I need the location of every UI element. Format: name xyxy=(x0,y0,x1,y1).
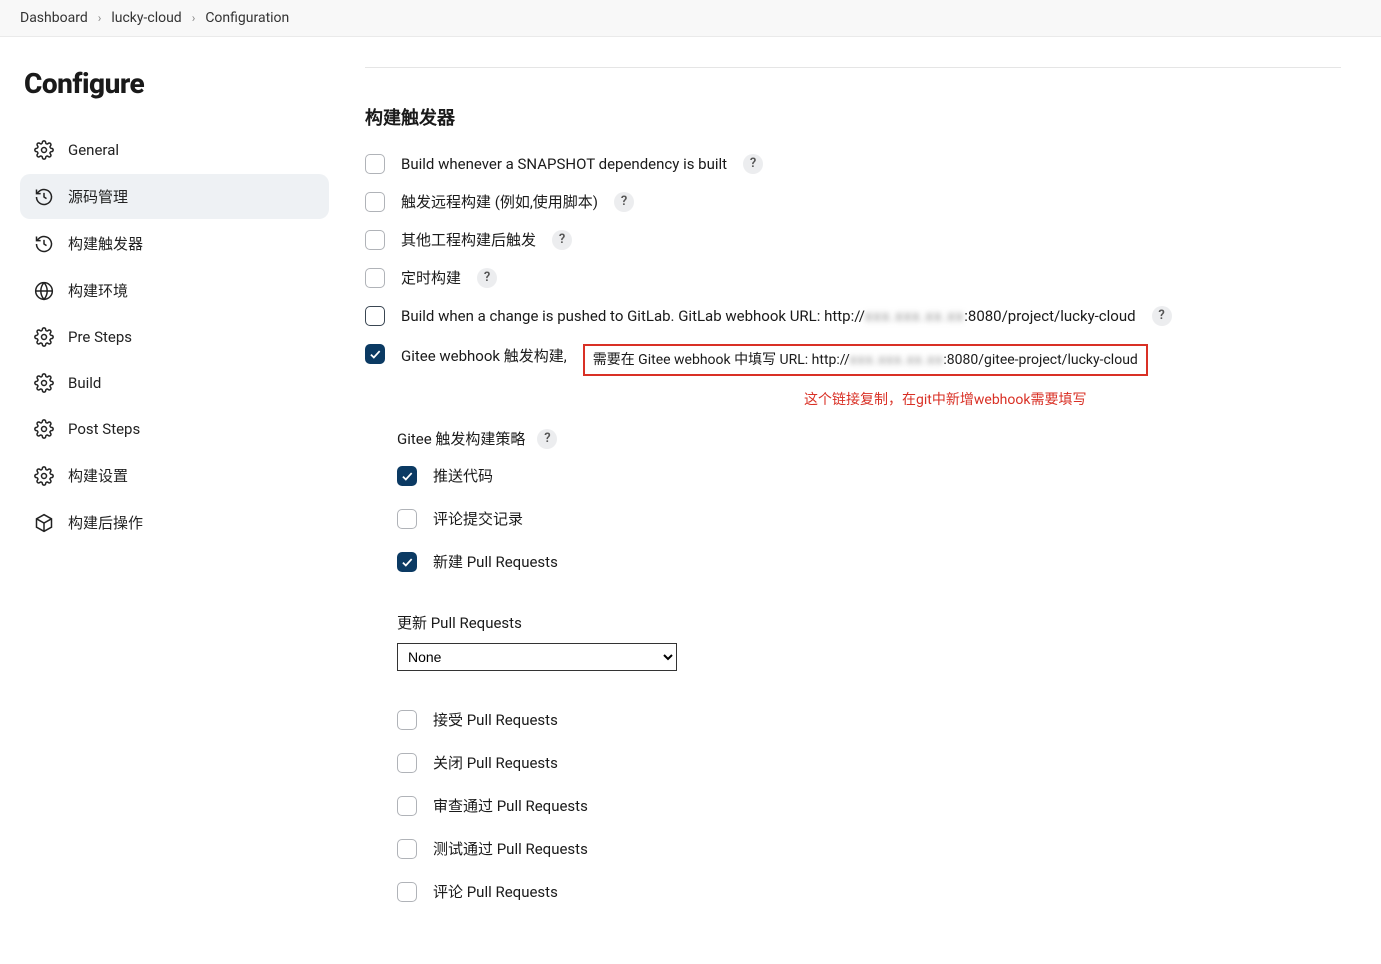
section-divider xyxy=(365,67,1341,68)
label-timer: 定时构建 xyxy=(401,268,461,288)
help-icon[interactable]: ? xyxy=(552,230,572,250)
breadcrumb-item-dashboard[interactable]: Dashboard xyxy=(20,10,88,26)
checkbox-snapshot[interactable] xyxy=(365,154,385,174)
label-comment-pr: 评论 Pull Requests xyxy=(433,881,558,902)
label-gitlab: Build when a change is pushed to GitLab.… xyxy=(401,306,1136,326)
sidebar-item-label: Post Steps xyxy=(68,420,140,438)
sidebar-item-label: 构建环境 xyxy=(68,280,128,301)
label-accept-pr: 接受 Pull Requests xyxy=(433,709,558,730)
check-icon xyxy=(400,555,414,569)
sidebar-item-label: Build xyxy=(68,374,101,392)
label-remote: 触发远程构建 (例如,使用脚本) xyxy=(401,192,598,212)
help-icon[interactable]: ? xyxy=(614,192,634,212)
sidebar-item-build-settings[interactable]: 构建设置 xyxy=(20,453,329,498)
checkbox-gitlab[interactable] xyxy=(365,306,385,326)
sidebar-item-build[interactable]: Build xyxy=(20,361,329,405)
page-title: Configure xyxy=(24,67,329,100)
chevron-right-icon: › xyxy=(192,11,196,25)
sidebar: Configure General 源码管理 构建触发器 构建环境 Pre St… xyxy=(0,37,345,964)
sidebar-item-build-env[interactable]: 构建环境 xyxy=(20,268,329,313)
gear-icon xyxy=(34,419,54,439)
annotation-text: 这个链接复制，在git中新增webhook需要填写 xyxy=(804,390,1086,410)
chevron-right-icon: › xyxy=(98,11,102,25)
history-icon xyxy=(34,187,54,207)
label-other-build: 其他工程构建后触发 xyxy=(401,230,536,250)
checkbox-new-pr[interactable] xyxy=(397,552,417,572)
sidebar-item-label: General xyxy=(68,141,119,159)
gear-icon xyxy=(34,466,54,486)
breadcrumb-item-page[interactable]: Configuration xyxy=(205,10,289,26)
sidebar-item-pre-steps[interactable]: Pre Steps xyxy=(20,315,329,359)
checkbox-other-build[interactable] xyxy=(365,230,385,250)
cube-icon xyxy=(34,513,54,533)
sidebar-item-post-build[interactable]: 构建后操作 xyxy=(20,500,329,545)
label-push-code: 推送代码 xyxy=(433,465,493,486)
checkbox-approve-pr[interactable] xyxy=(397,796,417,816)
sidebar-item-general[interactable]: General xyxy=(20,128,329,172)
label-gitee-prefix: Gitee webhook 触发构建, xyxy=(401,346,567,366)
help-icon[interactable]: ? xyxy=(1152,306,1172,326)
label-close-pr: 关闭 Pull Requests xyxy=(433,752,558,773)
globe-icon xyxy=(34,281,54,301)
redacted-host: xxx.xxx.xx.xx xyxy=(865,306,964,326)
label-test-pr: 测试通过 Pull Requests xyxy=(433,838,588,859)
help-icon[interactable]: ? xyxy=(743,154,763,174)
sidebar-item-build-triggers[interactable]: 构建触发器 xyxy=(20,221,329,266)
checkbox-test-pr[interactable] xyxy=(397,839,417,859)
checkbox-push-code[interactable] xyxy=(397,466,417,486)
breadcrumb: Dashboard › lucky-cloud › Configuration xyxy=(0,0,1381,37)
check-icon xyxy=(368,347,382,361)
gitee-strategy-block: Gitee 触发构建策略 ? 推送代码 评论提交记录 新建 Pull Reque… xyxy=(397,428,1341,902)
check-icon xyxy=(400,469,414,483)
gitee-strategy-label: Gitee 触发构建策略 xyxy=(397,428,525,449)
gear-icon xyxy=(34,373,54,393)
highlight-box: 需要在 Gitee webhook 中填写 URL: http://xxx.xx… xyxy=(583,344,1148,376)
label-approve-pr: 审查通过 Pull Requests xyxy=(433,795,588,816)
main-content: 构建触发器 Build whenever a SNAPSHOT dependen… xyxy=(345,37,1365,964)
sidebar-item-label: Pre Steps xyxy=(68,328,132,346)
gear-icon xyxy=(34,327,54,347)
sidebar-item-label: 构建后操作 xyxy=(68,512,143,533)
checkbox-gitee[interactable] xyxy=(365,344,385,364)
breadcrumb-item-project[interactable]: lucky-cloud xyxy=(111,10,181,26)
help-icon[interactable]: ? xyxy=(477,268,497,288)
label-comment-commit: 评论提交记录 xyxy=(433,508,523,529)
sidebar-item-label: 构建触发器 xyxy=(68,233,143,254)
checkbox-timer[interactable] xyxy=(365,268,385,288)
label-new-pr: 新建 Pull Requests xyxy=(433,551,558,572)
gear-icon xyxy=(34,140,54,160)
checkbox-comment-commit[interactable] xyxy=(397,509,417,529)
update-pr-label: 更新 Pull Requests xyxy=(397,612,1341,633)
section-title: 构建触发器 xyxy=(365,104,1341,130)
redacted-host: xxx.xxx.xx.xx xyxy=(850,350,944,370)
sidebar-item-scm[interactable]: 源码管理 xyxy=(20,174,329,219)
sidebar-item-label: 构建设置 xyxy=(68,465,128,486)
sidebar-item-post-steps[interactable]: Post Steps xyxy=(20,407,329,451)
checkbox-comment-pr[interactable] xyxy=(397,882,417,902)
checkbox-accept-pr[interactable] xyxy=(397,710,417,730)
label-snapshot: Build whenever a SNAPSHOT dependency is … xyxy=(401,154,727,174)
sidebar-item-label: 源码管理 xyxy=(68,186,128,207)
checkbox-close-pr[interactable] xyxy=(397,753,417,773)
history-icon xyxy=(34,234,54,254)
update-pr-select[interactable]: None xyxy=(397,643,677,671)
checkbox-remote[interactable] xyxy=(365,192,385,212)
help-icon[interactable]: ? xyxy=(537,429,557,449)
